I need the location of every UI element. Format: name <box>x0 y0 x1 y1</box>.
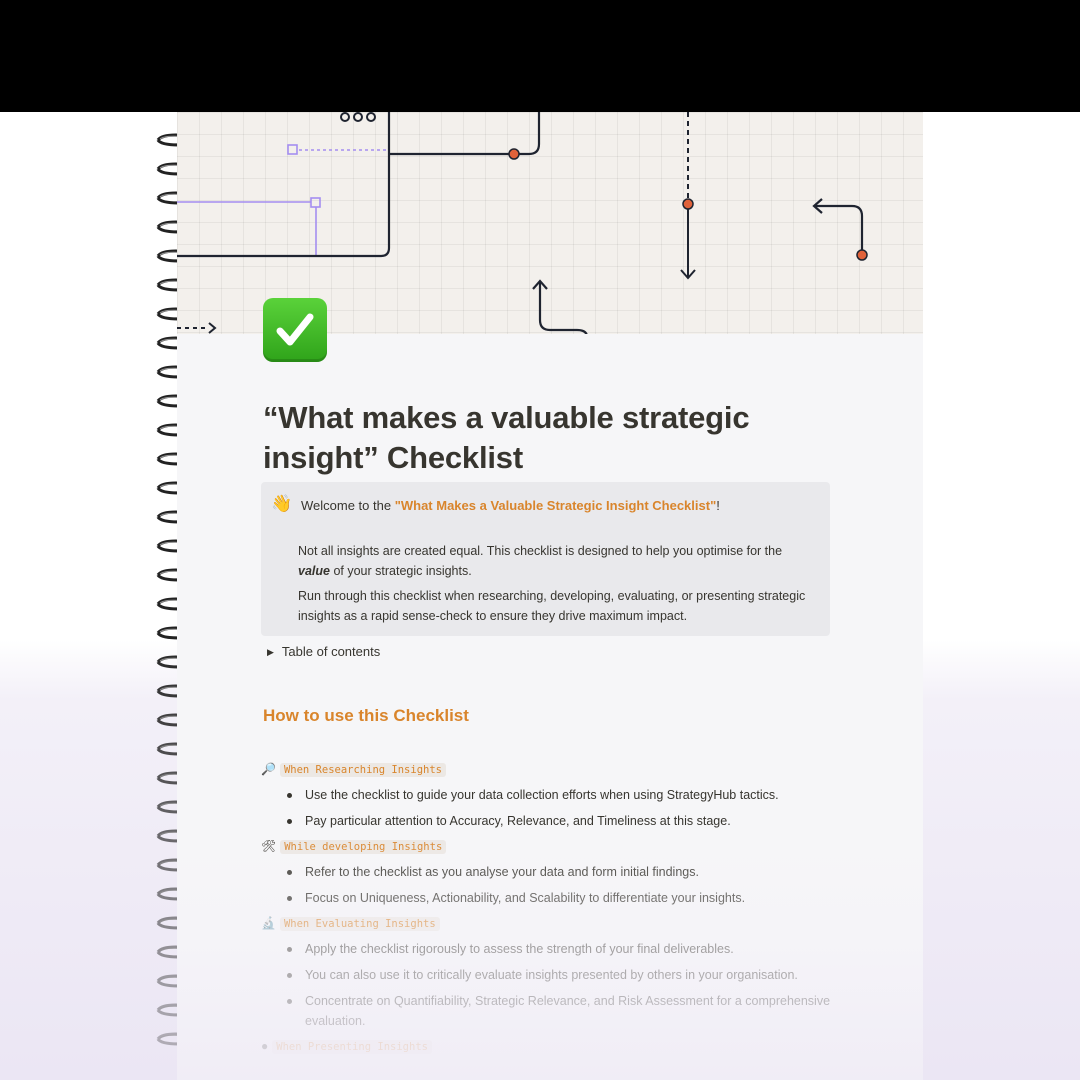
magnifying-glass-icon: 🔎 <box>261 762 276 776</box>
bullet-icon <box>287 896 292 901</box>
section-evaluating: 🔬 When Evaluating Insights <box>261 916 440 931</box>
check-mark-button-icon[interactable] <box>263 298 327 362</box>
hammer-and-wrench-icon: 🛠 <box>261 839 277 853</box>
notion-page: “What makes a valuable strategic insight… <box>177 112 923 1080</box>
toc-label: Table of contents <box>281 644 381 659</box>
toggle-triangle-icon[interactable]: ▶ <box>267 647 274 657</box>
bullet-icon <box>287 999 292 1004</box>
callout-paragraph-1: Not all insights are created equal. This… <box>298 544 783 578</box>
callout-highlight: "What Makes a Valuable Strategic Insight… <box>394 498 717 513</box>
callout-lead: Welcome to the "What Makes a Valuable St… <box>301 498 720 513</box>
bullet-icon <box>287 947 292 952</box>
section-presenting: ● When Presenting Insights <box>261 1039 432 1054</box>
callout-paragraph-2: Run through this checklist when research… <box>298 589 806 623</box>
how-to-heading: How to use this Checklist <box>263 706 469 725</box>
page-title: “What makes a valuable strategic insight… <box>263 400 750 475</box>
bullet-icon <box>287 973 292 978</box>
section-researching: 🔎 When Researching Insights <box>261 762 446 777</box>
section-label: When Evaluating Insights <box>279 917 440 931</box>
bullet-icon <box>287 819 292 824</box>
waving-hand-icon: 👋 <box>271 494 293 513</box>
section-label: When Researching Insights <box>279 763 446 777</box>
bullet-icon <box>287 793 292 798</box>
section-developing: 🛠 While developing Insights <box>261 839 447 854</box>
section-icon: ● <box>261 1039 269 1053</box>
section-label: When Presenting Insights <box>272 1040 432 1054</box>
welcome-callout: 👋 Welcome to the "What Makes a Valuable … <box>261 482 830 636</box>
section-label: While developing Insights <box>280 840 447 854</box>
table-of-contents-toggle[interactable]: ▶ Table of contents <box>267 644 380 659</box>
bullet-icon <box>287 870 292 875</box>
microscope-icon: 🔬 <box>261 916 276 930</box>
